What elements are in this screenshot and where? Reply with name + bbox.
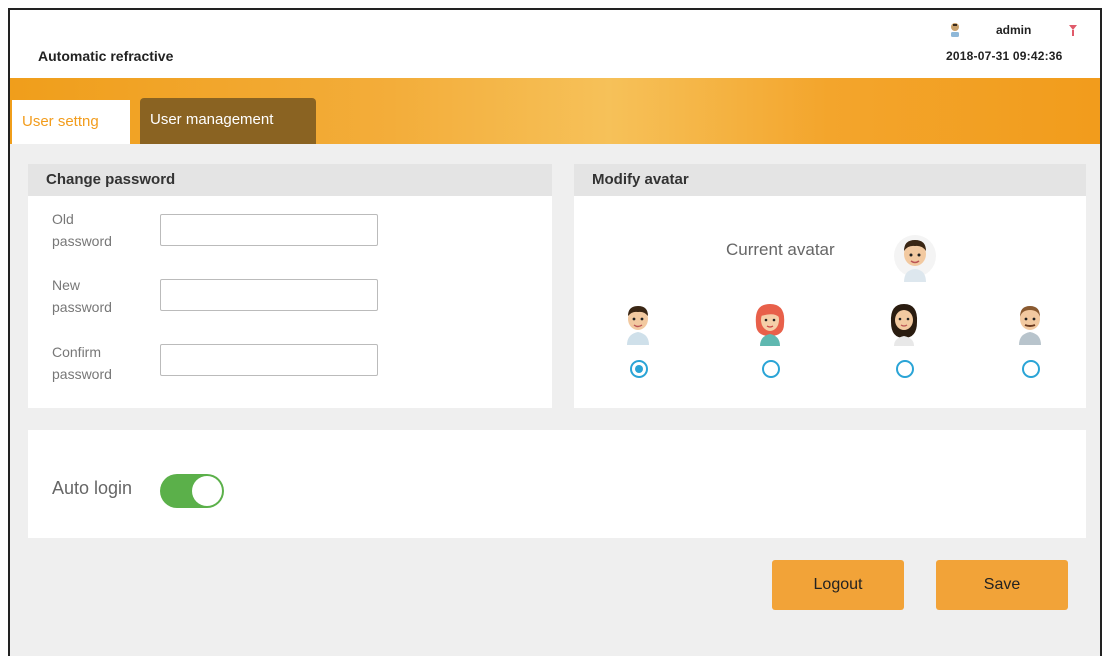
- datetime: 2018-07-31 09:42:36: [946, 49, 1063, 63]
- old-password-input[interactable]: [160, 214, 378, 246]
- avatar-radio-3[interactable]: [896, 360, 914, 378]
- toggle-knob: [192, 476, 222, 506]
- user-icon[interactable]: [948, 22, 962, 38]
- female-avatar-icon[interactable]: [750, 300, 790, 346]
- tab-user-management[interactable]: User management: [140, 98, 316, 144]
- confirm-password-label: Confirm password: [52, 341, 112, 385]
- confirm-password-input[interactable]: [160, 344, 378, 376]
- modify-avatar-title: Modify avatar: [574, 164, 1086, 196]
- change-password-title: Change password: [28, 164, 552, 196]
- save-button[interactable]: Save: [936, 560, 1068, 610]
- change-password-panel: Change password Old password New passwor…: [28, 164, 552, 408]
- user-info: admin 2018-07-31 09:42:36: [946, 20, 1086, 70]
- new-password-input[interactable]: [160, 279, 378, 311]
- old-password-label: Old password: [52, 208, 112, 252]
- new-password-label-line1: New: [52, 277, 81, 293]
- app-title: Automatic refractive: [38, 48, 174, 64]
- avatar-radio-2[interactable]: [762, 360, 780, 378]
- confirm-password-label-line1: Confirm: [52, 344, 102, 360]
- old-password-label-line1: Old: [52, 211, 74, 227]
- current-avatar-label: Current avatar: [726, 240, 835, 259]
- current-avatar-icon: [894, 235, 936, 282]
- male-avatar-1-icon[interactable]: [618, 300, 658, 346]
- avatar-radio-1[interactable]: [630, 360, 648, 378]
- confirm-password-label-line2: password: [52, 366, 112, 382]
- tab-user-setting[interactable]: User settng: [12, 100, 130, 144]
- auto-login-toggle[interactable]: [160, 474, 224, 508]
- tab-bar: User settng User management: [10, 78, 1100, 144]
- old-password-label-line2: password: [52, 233, 112, 249]
- logout-icon[interactable]: [1066, 22, 1080, 38]
- modify-avatar-panel: Modify avatar Current avatar: [574, 164, 1086, 408]
- auto-login-panel: Auto login: [28, 430, 1086, 538]
- bearded-male-avatar-icon[interactable]: [884, 300, 924, 346]
- app-frame: Automatic refractive admin 2018-07-31 09…: [8, 8, 1102, 656]
- top-header: Automatic refractive admin 2018-07-31 09…: [10, 10, 1100, 78]
- new-password-label-line2: password: [52, 299, 112, 315]
- new-password-label: New password: [52, 274, 112, 318]
- older-male-avatar-icon[interactable]: [1010, 300, 1050, 346]
- avatar-radio-4[interactable]: [1022, 360, 1040, 378]
- logout-button[interactable]: Logout: [772, 560, 904, 610]
- auto-login-label: Auto login: [52, 478, 133, 498]
- user-name: admin: [996, 23, 1032, 37]
